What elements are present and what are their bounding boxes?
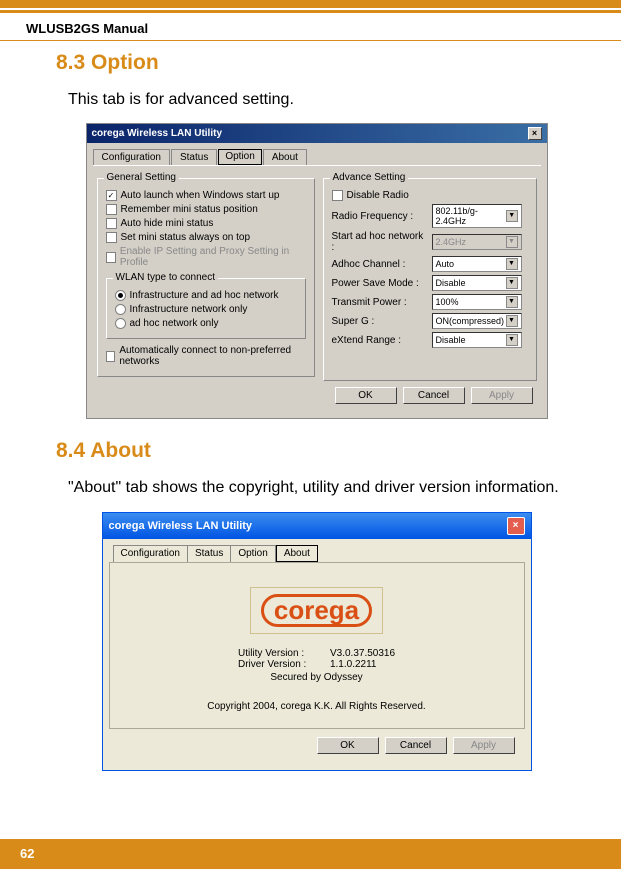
label-infra-adhoc: Infrastructure and ad hoc network <box>130 290 279 301</box>
section-heading-about: 8.4 About <box>56 439 577 463</box>
advance-setting-group: Advance Setting Disable Radio Radio Freq… <box>323 178 537 381</box>
select-adhoc-chan[interactable]: Auto▼ <box>432 256 522 272</box>
logo-frame: corega <box>250 587 383 634</box>
about-dialog: corega Wireless LAN Utility × Configurat… <box>102 512 532 771</box>
label-enable-ip: Enable IP Setting and Proxy Setting in P… <box>120 246 306 268</box>
option-dialog: corega Wireless LAN Utility × Configurat… <box>86 123 548 419</box>
checkbox-auto-connect[interactable] <box>106 351 116 362</box>
radio-infra-only[interactable] <box>115 304 126 315</box>
dialog-titlebar: corega Wireless LAN Utility × <box>103 513 531 539</box>
section-text-about: "About" tab shows the copyright, utility… <box>68 477 577 499</box>
close-icon[interactable]: × <box>507 517 525 535</box>
tab-option[interactable]: Option <box>231 545 275 562</box>
secured-text: Secured by Odyssey <box>238 672 395 683</box>
chevron-down-icon: ▼ <box>506 334 518 346</box>
tab-configuration[interactable]: Configuration <box>113 545 188 562</box>
select-transmit[interactable]: 100%▼ <box>432 294 522 310</box>
section-text-option: This tab is for advanced setting. <box>68 89 577 111</box>
chevron-down-icon: ▼ <box>506 258 518 270</box>
page-number: 62 <box>20 846 34 861</box>
footer-bar: 62 <box>0 841 621 869</box>
advance-setting-title: Advance Setting <box>330 172 409 183</box>
label-auto-hide: Auto hide mini status <box>121 218 214 229</box>
label-adhoc-chan: Adhoc Channel : <box>332 259 428 270</box>
dialog-title-text: corega Wireless LAN Utility <box>92 128 223 139</box>
tab-configuration[interactable]: Configuration <box>93 149 170 165</box>
apply-button: Apply <box>453 737 515 754</box>
corega-logo: corega <box>261 594 372 627</box>
utility-version-label: Utility Version : <box>238 648 318 659</box>
label-transmit: Transmit Power : <box>332 297 428 308</box>
checkbox-auto-launch[interactable] <box>106 190 117 201</box>
ok-button[interactable]: OK <box>335 387 397 404</box>
general-setting-title: General Setting <box>104 172 180 183</box>
wlan-type-group: WLAN type to connect Infrastructure and … <box>106 278 306 339</box>
chevron-down-icon: ▼ <box>506 236 518 248</box>
copyright-text: Copyright 2004, corega K.K. All Rights R… <box>110 701 524 712</box>
ok-button[interactable]: OK <box>317 737 379 754</box>
label-adhoc-only: ad hoc network only <box>130 318 219 329</box>
cancel-button[interactable]: Cancel <box>403 387 465 404</box>
checkbox-auto-hide[interactable] <box>106 218 117 229</box>
about-panel: corega Utility Version : V3.0.37.50316 Dr… <box>109 562 525 729</box>
checkbox-disable-radio[interactable] <box>332 190 343 201</box>
chevron-down-icon: ▼ <box>506 296 518 308</box>
utility-version-value: V3.0.37.50316 <box>330 648 395 659</box>
select-superg[interactable]: ON(compressed)▼ <box>432 313 522 329</box>
label-start-adhoc: Start ad hoc network : <box>332 231 428 253</box>
select-radio-freq[interactable]: 802.11b/g-2.4GHz▼ <box>432 204 522 228</box>
label-auto-connect: Automatically connect to non-preferred n… <box>119 345 305 367</box>
section-heading-option: 8.3 Option <box>56 51 577 75</box>
label-infra-only: Infrastructure network only <box>130 304 248 315</box>
label-always-top: Set mini status always on top <box>121 232 251 243</box>
label-extend: eXtend Range : <box>332 335 428 346</box>
dialog-titlebar: corega Wireless LAN Utility × <box>87 124 547 143</box>
tab-status[interactable]: Status <box>188 545 231 562</box>
driver-version-label: Driver Version : <box>238 659 318 670</box>
label-power-save: Power Save Mode : <box>332 278 428 289</box>
label-auto-launch: Auto launch when Windows start up <box>121 190 280 201</box>
label-radio-freq: Radio Frequency : <box>332 211 428 222</box>
checkbox-enable-ip <box>106 252 116 263</box>
label-disable-radio: Disable Radio <box>347 190 409 201</box>
chevron-down-icon: ▼ <box>506 277 518 289</box>
tab-status[interactable]: Status <box>171 149 217 165</box>
tab-about[interactable]: About <box>263 149 307 165</box>
radio-adhoc-only[interactable] <box>115 318 126 329</box>
dialog-title-text: corega Wireless LAN Utility <box>109 520 253 532</box>
select-power-save[interactable]: Disable▼ <box>432 275 522 291</box>
wlan-type-title: WLAN type to connect <box>113 272 219 283</box>
checkbox-remember-pos[interactable] <box>106 204 117 215</box>
select-extend[interactable]: Disable▼ <box>432 332 522 348</box>
chevron-down-icon: ▼ <box>506 315 518 327</box>
radio-infra-adhoc[interactable] <box>115 290 126 301</box>
general-setting-group: General Setting Auto launch when Windows… <box>97 178 315 377</box>
cancel-button[interactable]: Cancel <box>385 737 447 754</box>
top-border <box>0 0 621 8</box>
close-icon[interactable]: × <box>528 127 542 140</box>
tab-strip: Configuration Status Option About <box>113 545 525 562</box>
tab-strip: Configuration Status Option About <box>93 149 541 166</box>
apply-button: Apply <box>471 387 533 404</box>
chevron-down-icon: ▼ <box>506 210 518 222</box>
tab-option[interactable]: Option <box>218 149 261 165</box>
tab-about[interactable]: About <box>276 545 318 562</box>
manual-title: WLUSB2GS Manual <box>0 13 621 41</box>
checkbox-always-top[interactable] <box>106 232 117 243</box>
select-start-adhoc: 2.4GHz▼ <box>432 234 522 250</box>
label-superg: Super G : <box>332 316 428 327</box>
version-block: Utility Version : V3.0.37.50316 Driver Ve… <box>238 648 395 683</box>
driver-version-value: 1.1.0.2211 <box>330 659 377 670</box>
label-remember-pos: Remember mini status position <box>121 204 258 215</box>
